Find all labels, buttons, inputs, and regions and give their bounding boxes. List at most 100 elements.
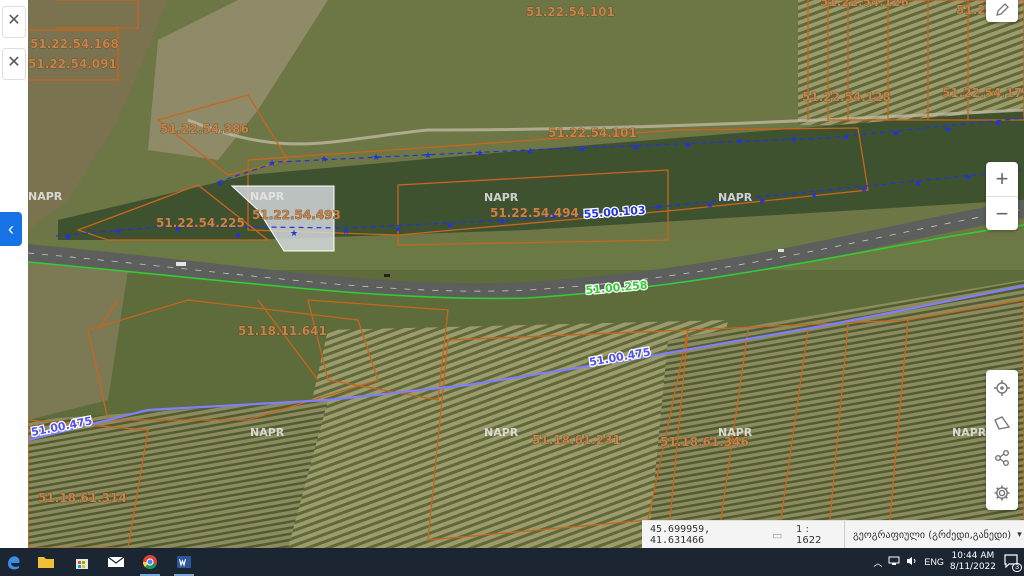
svg-text:★: ★ [446, 221, 454, 231]
zoom-control: + − [986, 162, 1018, 230]
zoom-in-button[interactable]: + [986, 162, 1018, 197]
svg-text:★: ★ [320, 155, 328, 165]
share-icon [995, 449, 1009, 466]
parcel-label[interactable]: 51.22.54.101 [548, 126, 637, 141]
close-button[interactable]: ✕ [2, 6, 26, 38]
napr-label: NAPR [28, 190, 63, 203]
svg-text:★: ★ [914, 179, 922, 189]
chevron-up-icon[interactable]: ︿ [873, 556, 882, 569]
svg-text:★: ★ [290, 229, 298, 239]
map-canvas[interactable]: ★ ★ ★ ★ ★ ★ ★ ★ ★ ★ ★ ★ ★ ★ ★ ★ ★ ★ ★ ★ ★ ★ ★ ★ ★ ★ ★ ★ ★ ★ … [28, 0, 1024, 548]
svg-text:★: ★ [342, 227, 350, 237]
zoom-out-button[interactable]: − [986, 197, 1018, 231]
vehicle [176, 262, 186, 266]
svg-text:★: ★ [394, 225, 402, 235]
share-button[interactable] [986, 440, 1018, 475]
locate-button[interactable] [986, 370, 1018, 405]
parcel-label[interactable]: 51.22.54.126 [820, 0, 909, 9]
map-layer: ★★ ★ ★ ★ ★ ★ ★ ★ ★ ★ ★ ★ ★★ ★★★ ★★ ★ ★ ★ ★ ★ ★ ★ ★ ★ ★ … [28, 0, 1024, 548]
windows-taskbar: ︿ ENG 10:44 AM 8/11/2022 3 [0, 548, 1024, 576]
map-scale: 1 : 1622 [796, 524, 822, 546]
mail-button[interactable] [102, 550, 130, 574]
svg-text:★: ★ [964, 173, 972, 183]
svg-text:★: ★ [842, 133, 850, 143]
file-explorer-button[interactable] [32, 550, 60, 574]
edge-browser-button[interactable] [0, 550, 28, 574]
coordinate-system-select[interactable]: გეოგრაფიული (გრძედი,განედი) ▾ [844, 521, 1022, 549]
map-tools [986, 370, 1018, 510]
svg-text:★: ★ [424, 151, 432, 161]
svg-text:★: ★ [578, 145, 586, 155]
status-bar: 45.699959, 41.631466 ▭ 1 : 1622 გეოგრაფი… [642, 520, 1024, 549]
cursor-coordinates: 45.699959, 41.631466 [650, 524, 711, 546]
measure-area-button[interactable] [986, 405, 1018, 440]
svg-text:★: ★ [758, 197, 766, 207]
napr-label: NAPR [484, 191, 519, 204]
parcel-label[interactable]: 51.22.54.225 [156, 216, 245, 231]
polygon-icon [994, 415, 1011, 430]
edit-tool-button[interactable] [986, 0, 1018, 22]
parcel-label[interactable]: 51.22.54.494 [490, 206, 579, 221]
clock[interactable]: 10:44 AM 8/11/2022 [950, 551, 996, 573]
parcel-label[interactable]: 51.18.61.314 [38, 491, 127, 506]
folder-icon [38, 557, 54, 568]
svg-text:★: ★ [268, 159, 276, 169]
close-button[interactable]: ✕ [2, 48, 26, 80]
svg-text:★: ★ [234, 231, 242, 241]
network-icon[interactable] [888, 556, 900, 568]
svg-text:★: ★ [476, 149, 484, 159]
mail-icon [107, 556, 125, 567]
store-button[interactable] [68, 550, 96, 574]
vehicle [384, 274, 390, 277]
edge-icon [8, 556, 20, 570]
parcel-label[interactable]: 51.22.54.128 [802, 90, 891, 105]
vehicle [778, 249, 784, 252]
svg-text:★: ★ [892, 129, 900, 139]
notification-badge: 3 [1012, 563, 1022, 572]
store-icon [76, 559, 88, 569]
parcel-label[interactable]: 51.22.54.493 [252, 208, 341, 223]
svg-text:★: ★ [372, 153, 380, 163]
napr-label: NAPR [484, 426, 519, 439]
clock-time: 10:44 AM [951, 551, 995, 561]
napr-label: NAPR [952, 426, 987, 439]
svg-text:★: ★ [654, 203, 662, 213]
crosshair-icon [994, 379, 1010, 396]
parcel-label[interactable]: 51.22.54.386 [160, 122, 249, 137]
svg-text:★: ★ [810, 191, 818, 201]
svg-text:★: ★ [216, 179, 224, 189]
left-panel: ✕ ✕ [0, 0, 28, 548]
clock-date: 8/11/2022 [949, 562, 996, 572]
system-tray: ︿ ENG 10:44 AM 8/11/2022 3 [873, 548, 1024, 576]
parcel-label[interactable]: 51.18.61.231 [532, 433, 621, 448]
chevron-down-icon: ▾ [1017, 530, 1022, 540]
parcel-label[interactable]: 51.22.54.168 [30, 37, 119, 52]
parcel-label[interactable]: 51.22.54.173 [942, 86, 1024, 101]
svg-text:★: ★ [684, 141, 692, 151]
svg-text:★: ★ [790, 135, 798, 145]
svg-text:★: ★ [114, 227, 122, 237]
panel-expand-button[interactable]: ‹ [0, 212, 22, 246]
ruler-icon[interactable]: ▭ [772, 529, 788, 542]
gear-icon [994, 485, 1010, 500]
settings-button[interactable] [986, 475, 1018, 510]
word-button[interactable] [170, 550, 198, 576]
svg-text:★: ★ [944, 125, 952, 135]
chrome-icon [142, 555, 157, 570]
volume-icon[interactable] [906, 556, 918, 568]
word-icon [177, 556, 191, 568]
svg-text:★: ★ [64, 233, 72, 243]
napr-label: NAPR [718, 191, 753, 204]
svg-text:★: ★ [706, 201, 714, 211]
svg-text:★: ★ [632, 143, 640, 153]
parcel-label[interactable]: 51.18.11.641 [238, 324, 327, 339]
napr-label: NAPR [250, 190, 285, 203]
input-language[interactable]: ENG [924, 557, 944, 567]
notifications-button[interactable]: 3 [1004, 554, 1022, 572]
parcel-label[interactable]: 51.22.54.091 [28, 57, 117, 72]
parcel-label[interactable]: 51.22.54.101 [526, 5, 615, 20]
svg-text:★: ★ [860, 185, 868, 195]
chrome-button[interactable] [136, 550, 164, 576]
pencil-icon [996, 3, 1009, 16]
napr-label: NAPR [718, 426, 753, 439]
